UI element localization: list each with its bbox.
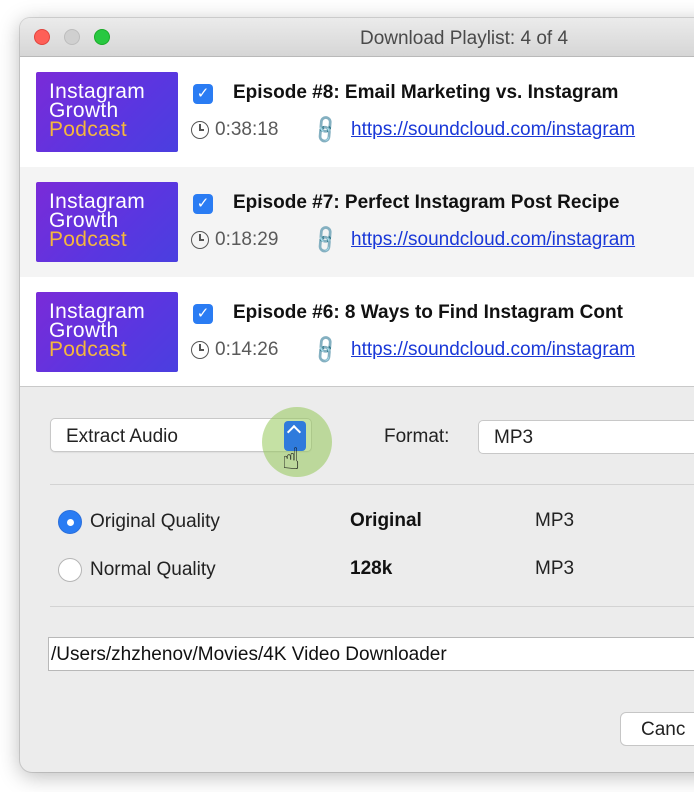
episode-checkbox[interactable]: ✓ xyxy=(193,304,213,324)
format-value: MP3 xyxy=(494,427,534,448)
quality-radio-original[interactable] xyxy=(58,510,82,534)
podcast-thumbnail: Instagram Growth Podcast xyxy=(36,182,178,262)
clock-icon xyxy=(191,231,209,249)
chevron-up-icon xyxy=(286,424,302,440)
podcast-thumbnail: Instagram Growth Podcast xyxy=(36,72,178,152)
episode-duration: 0:18:29 xyxy=(215,229,279,250)
link-icon: 🔗 xyxy=(309,223,343,257)
episode-title: Episode #7: Perfect Instagram Post Recip… xyxy=(233,192,620,213)
download-mode-value: Extract Audio xyxy=(66,426,178,447)
episode-url[interactable]: https://soundcloud.com/instagram xyxy=(351,229,635,251)
playlist-dialog: Download Playlist: 4 of 4 Instagram Grow… xyxy=(20,18,694,772)
thumbnail-line: Podcast xyxy=(49,338,127,361)
episode-duration: 0:38:18 xyxy=(215,119,279,140)
titlebar: Download Playlist: 4 of 4 xyxy=(20,18,694,57)
thumbnail-line: Podcast xyxy=(49,118,127,141)
quality-format: MP3 xyxy=(535,558,575,579)
divider xyxy=(50,606,694,607)
episode-duration: 0:14:26 xyxy=(215,339,279,360)
episode-checkbox[interactable]: ✓ xyxy=(193,84,213,104)
quality-label: Normal Quality xyxy=(90,559,216,580)
episode-list: Instagram Growth Podcast ✓ Episode #8: E… xyxy=(20,57,694,387)
format-label: Format: xyxy=(384,426,450,447)
divider xyxy=(50,484,694,485)
quality-value: 128k xyxy=(350,558,393,579)
link-icon: 🔗 xyxy=(309,333,343,367)
quality-label: Original Quality xyxy=(90,511,220,532)
quality-value: Original xyxy=(350,510,422,531)
episode-title: Episode #6: 8 Ways to Find Instagram Con… xyxy=(233,302,623,323)
hand-pointer-icon: ☝ xyxy=(282,443,301,476)
podcast-thumbnail: Instagram Growth Podcast xyxy=(36,292,178,372)
list-item: Instagram Growth Podcast ✓ Episode #7: P… xyxy=(20,167,694,277)
quality-format: MP3 xyxy=(535,510,575,531)
episode-title: Episode #8: Email Marketing vs. Instagra… xyxy=(233,82,619,103)
clock-icon xyxy=(191,121,209,139)
list-item: Instagram Growth Podcast ✓ Episode #8: E… xyxy=(20,57,694,167)
window-title: Download Playlist: 4 of 4 xyxy=(359,28,569,49)
cancel-label: Canc xyxy=(641,719,686,740)
link-icon: 🔗 xyxy=(309,113,343,147)
episode-url[interactable]: https://soundcloud.com/instagram xyxy=(351,339,635,361)
save-path-field[interactable]: /Users/zhzhenov/Movies/4K Video Download… xyxy=(48,637,694,671)
save-path-value: /Users/zhzhenov/Movies/4K Video Download… xyxy=(51,644,447,665)
quality-radio-normal[interactable] xyxy=(58,558,82,582)
episode-checkbox[interactable]: ✓ xyxy=(193,194,213,214)
cancel-button[interactable]: Canc xyxy=(620,712,694,746)
list-item: Instagram Growth Podcast ✓ Episode #6: 8… xyxy=(20,277,694,387)
clock-icon xyxy=(191,341,209,359)
format-select[interactable]: MP3 xyxy=(478,420,694,454)
episode-url[interactable]: https://soundcloud.com/instagram xyxy=(351,119,635,141)
thumbnail-line: Podcast xyxy=(49,228,127,251)
